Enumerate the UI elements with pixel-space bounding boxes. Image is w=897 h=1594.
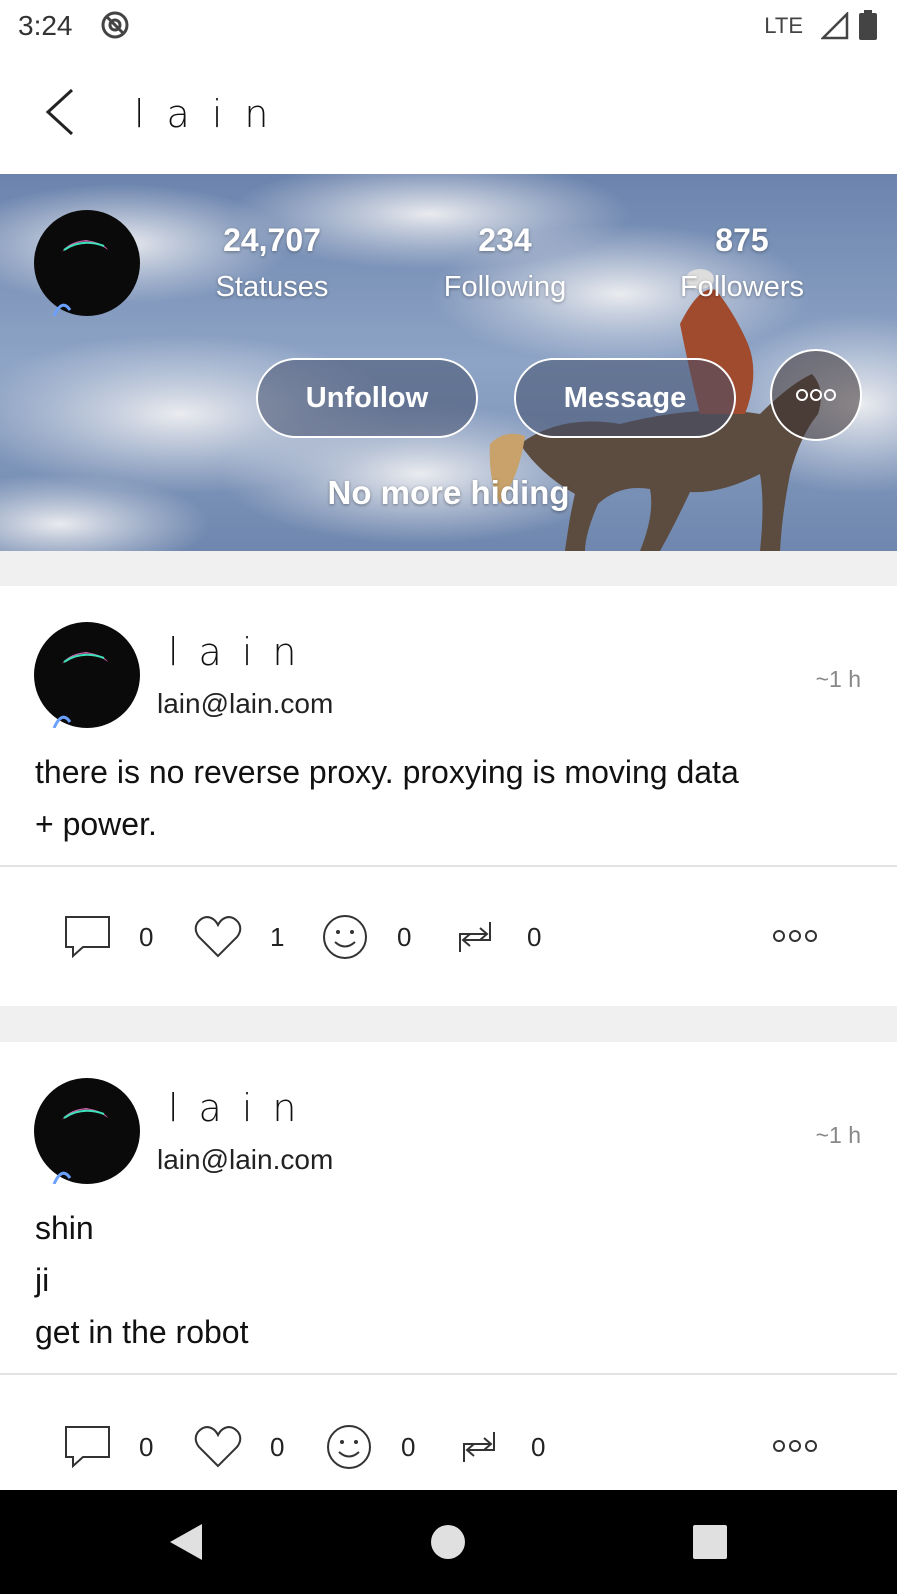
reply-icon[interactable]	[63, 912, 113, 962]
post-time: ~1 h	[815, 666, 861, 692]
divider	[0, 1373, 897, 1375]
more-icon	[796, 389, 836, 401]
boost-count: 0	[527, 922, 542, 952]
profile-avatar[interactable]	[34, 210, 140, 316]
stat-label: Statuses	[215, 271, 329, 303]
back-icon[interactable]	[40, 86, 84, 138]
nav-recents-icon[interactable]	[688, 1520, 732, 1564]
status-card[interactable]: lain lain@lain.com ~1 h shin ji get in t…	[0, 1042, 897, 1490]
stat-label: Following	[443, 271, 567, 303]
like-count: 0	[270, 1432, 285, 1462]
battery-icon	[859, 10, 877, 40]
system-nav-bar	[0, 1490, 897, 1594]
status-card[interactable]: lain lain@lain.com ~1 h there is no reve…	[0, 586, 897, 1006]
status-content: there is no reverse proxy. proxying is m…	[35, 746, 855, 850]
post-time: ~1 h	[815, 1122, 861, 1148]
content-line: there is no reverse proxy. proxying is m…	[35, 754, 739, 790]
app-bar: lain	[0, 52, 897, 174]
reaction-icon[interactable]	[324, 1422, 374, 1472]
stat-value: 234	[478, 222, 532, 258]
profile-bio: No more hiding	[327, 474, 570, 511]
boost-count: 0	[531, 1432, 546, 1462]
account-handle[interactable]: lain@lain.com	[157, 688, 333, 720]
account-handle[interactable]: lain@lain.com	[157, 1144, 333, 1176]
content-line: ji	[35, 1262, 50, 1298]
reaction-count: 0	[401, 1432, 416, 1462]
reaction-icon[interactable]	[320, 912, 370, 962]
status-actions: 0 1 0 0	[0, 902, 897, 982]
display-name[interactable]: lain	[168, 1086, 317, 1130]
reply-count: 0	[139, 922, 154, 952]
avatar[interactable]	[34, 622, 140, 728]
stat-followers[interactable]: 875 Followers	[652, 222, 832, 304]
stat-value: 875	[715, 222, 769, 258]
stat-statuses[interactable]: 24,707 Statuses	[182, 222, 362, 304]
nav-back-icon[interactable]	[164, 1520, 208, 1564]
message-button[interactable]: Message	[514, 358, 736, 438]
profile-more-button[interactable]	[770, 349, 862, 441]
content-line: get in the robot	[35, 1314, 249, 1350]
boost-icon[interactable]	[450, 912, 500, 962]
status-bar: 3:24 LTE	[0, 0, 897, 52]
like-icon[interactable]	[193, 912, 243, 962]
content-line: shin	[35, 1210, 94, 1246]
page-title: lain	[134, 92, 291, 136]
more-icon[interactable]	[771, 924, 819, 948]
status-actions: 0 0 0 0	[0, 1412, 897, 1492]
more-icon[interactable]	[771, 1434, 819, 1458]
avatar[interactable]	[34, 1078, 140, 1184]
content-line: + power.	[35, 806, 157, 842]
reaction-count: 0	[397, 922, 412, 952]
unfollow-button[interactable]: Unfollow	[256, 358, 478, 438]
reply-icon[interactable]	[63, 1422, 113, 1472]
stat-following[interactable]: 234 Following	[415, 222, 595, 304]
boost-icon[interactable]	[454, 1422, 504, 1472]
status-content: shin ji get in the robot	[35, 1202, 855, 1358]
nav-home-icon[interactable]	[426, 1520, 470, 1564]
status-time: 3:24	[18, 10, 73, 41]
stat-value: 24,707	[223, 222, 321, 258]
reply-count: 0	[139, 1432, 154, 1462]
stat-label: Followers	[679, 271, 805, 303]
like-count: 1	[270, 922, 285, 952]
signal-icon	[821, 12, 849, 40]
divider	[0, 865, 897, 867]
dnd-icon	[101, 11, 129, 39]
display-name[interactable]: lain	[168, 630, 317, 674]
like-icon[interactable]	[193, 1422, 243, 1472]
profile-header: 24,707 Statuses 234 Following 875 Follow…	[0, 174, 897, 551]
network-type: LTE	[764, 13, 803, 38]
